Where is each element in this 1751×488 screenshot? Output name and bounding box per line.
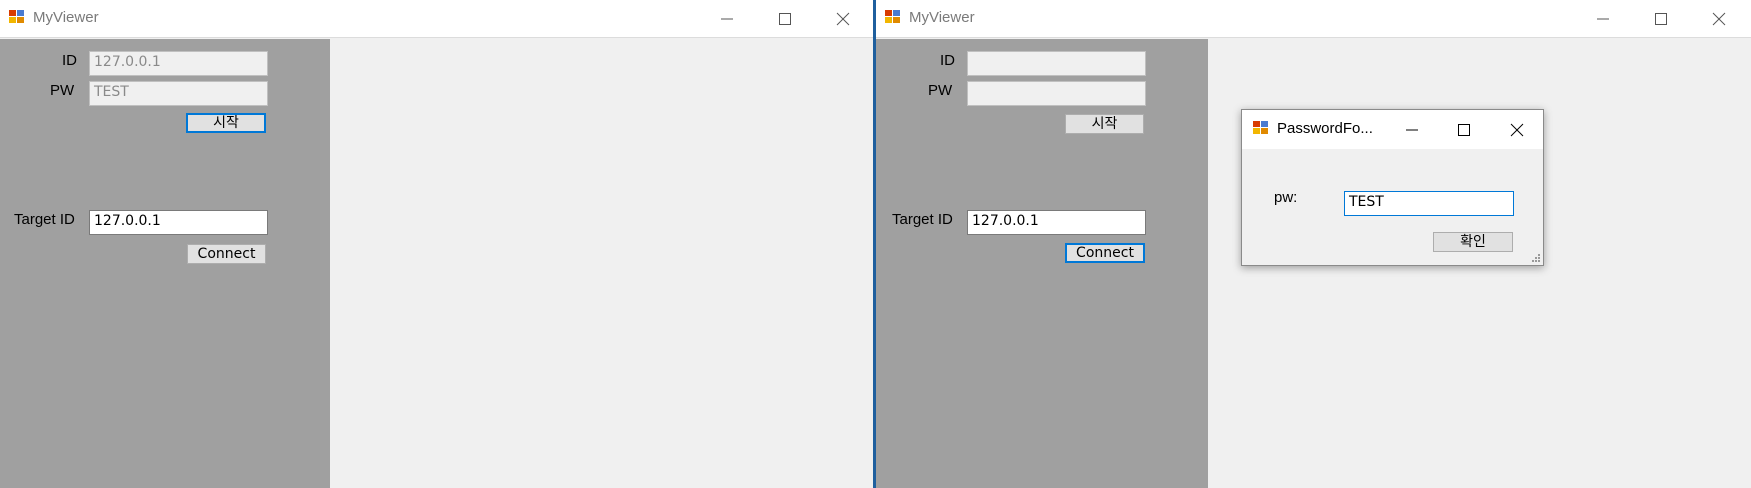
minimize-icon: [1597, 18, 1609, 20]
dialog-pw-input[interactable]: TEST: [1344, 191, 1514, 216]
maximize-icon: [779, 13, 791, 25]
window-title: MyViewer: [33, 9, 99, 26]
connect-button[interactable]: Connect: [187, 244, 266, 264]
maximize-button[interactable]: [1632, 0, 1690, 38]
dialog-title-bar[interactable]: PasswordFo...: [1242, 110, 1543, 149]
minimize-icon: [721, 18, 733, 20]
pw-input[interactable]: TEST: [89, 81, 268, 106]
minimize-button[interactable]: [698, 0, 756, 38]
pw-input[interactable]: [967, 81, 1146, 106]
dialog-maximize-button[interactable]: [1438, 110, 1490, 149]
id-input[interactable]: 127.0.0.1: [89, 51, 268, 76]
control-panel: ID 127.0.0.1 PW TEST 시작 Target ID 127.0.…: [0, 39, 330, 488]
close-button[interactable]: [1690, 0, 1748, 38]
target-id-input[interactable]: 127.0.0.1: [89, 210, 268, 235]
window-title: MyViewer: [909, 9, 975, 26]
pw-label: PW: [928, 82, 953, 99]
title-bar[interactable]: MyViewer: [0, 0, 873, 38]
target-id-input[interactable]: 127.0.0.1: [967, 210, 1146, 235]
viewer-area: [330, 39, 873, 488]
close-button[interactable]: [814, 0, 872, 38]
password-dialog: PasswordFo... pw: TEST 확인: [1241, 109, 1544, 266]
start-button[interactable]: 시작: [1065, 114, 1144, 134]
maximize-icon: [1458, 124, 1470, 136]
app-window-icon: [885, 10, 902, 25]
connect-button[interactable]: Connect: [1065, 243, 1145, 263]
pw-label: PW: [50, 82, 75, 99]
id-label: ID: [62, 52, 77, 69]
id-label: ID: [940, 52, 955, 69]
control-panel: ID PW 시작 Target ID 127.0.0.1 Connect: [876, 39, 1208, 488]
target-id-label: Target ID: [14, 211, 75, 228]
close-icon: [836, 12, 850, 26]
dialog-title: PasswordFo...: [1277, 120, 1373, 137]
dialog-close-button[interactable]: [1491, 110, 1543, 149]
myviewer-window-left: MyViewer ID 127.0.0.1 PW TEST 시작 Target …: [0, 0, 873, 488]
minimize-button[interactable]: [1574, 0, 1632, 38]
start-button[interactable]: 시작: [186, 113, 266, 133]
ok-button[interactable]: 확인: [1433, 232, 1513, 252]
app-window-icon: [1253, 121, 1270, 136]
close-icon: [1510, 123, 1524, 137]
dialog-pw-label: pw:: [1274, 189, 1298, 206]
title-bar[interactable]: MyViewer: [876, 0, 1751, 38]
dialog-minimize-button[interactable]: [1386, 110, 1438, 149]
minimize-icon: [1406, 129, 1418, 131]
target-id-label: Target ID: [892, 211, 953, 228]
close-icon: [1712, 12, 1726, 26]
maximize-icon: [1655, 13, 1667, 25]
id-input[interactable]: [967, 51, 1146, 76]
maximize-button[interactable]: [756, 0, 814, 38]
resize-grip-icon[interactable]: [1531, 253, 1541, 263]
app-window-icon: [9, 10, 26, 25]
